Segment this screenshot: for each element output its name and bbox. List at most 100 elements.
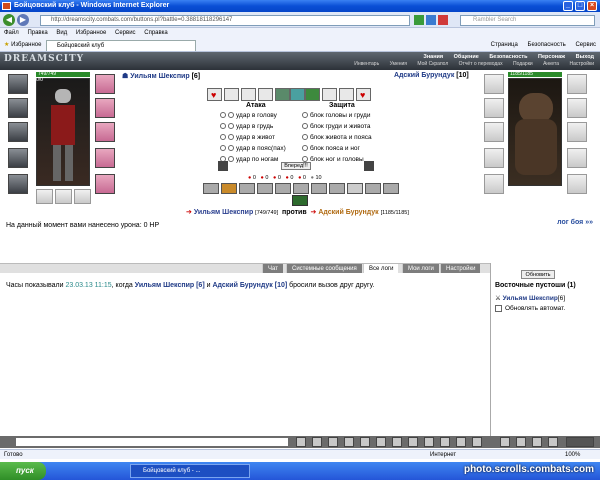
scroll-slot-1[interactable]	[36, 189, 53, 204]
block-row[interactable]: блок головы и груди	[302, 112, 370, 119]
address-input[interactable]: http://dreamscity.combats.com/buttons.pl…	[40, 15, 410, 26]
chat-tool-icon[interactable]	[424, 437, 434, 447]
status-zoom[interactable]: 100%	[565, 450, 580, 460]
submenu-transfers[interactable]: Отчёт о переводах	[459, 61, 503, 67]
online-player-name[interactable]: Уильям Шекспир	[503, 295, 558, 302]
weapon-slot[interactable]	[8, 122, 28, 142]
block-row[interactable]: блок пояса и ног	[302, 145, 360, 152]
chat-tool-icon[interactable]	[376, 437, 386, 447]
special-skill-icon[interactable]	[292, 195, 308, 206]
submenu-scroll[interactable]: Мой Скрапол	[417, 61, 448, 67]
back-button[interactable]: ◀	[3, 14, 15, 26]
attack-row[interactable]: удар в живот	[220, 134, 275, 141]
submenu-skills[interactable]: Умения	[390, 61, 407, 67]
skill-button-4[interactable]	[275, 88, 290, 101]
heart-icon-2[interactable]: ♥	[356, 88, 371, 101]
versus-player1[interactable]: Уильям Шекспир	[194, 209, 253, 216]
menu-file[interactable]: Файл	[4, 30, 19, 36]
block-row[interactable]: блок груди и живота	[302, 123, 371, 130]
browser-tab[interactable]: Бойцовский клуб	[46, 40, 196, 51]
block-radio[interactable]	[302, 134, 308, 141]
submenu-gifts[interactable]: Подарки	[513, 61, 533, 67]
skill-button-5[interactable]	[290, 88, 305, 101]
tool-icon[interactable]	[275, 183, 291, 194]
belt-slot[interactable]	[8, 174, 28, 194]
chat-tool-icon[interactable]	[328, 437, 338, 447]
tool-icon[interactable]	[365, 183, 381, 194]
boots-slot[interactable]	[95, 174, 115, 194]
chat-tool-icon[interactable]	[516, 437, 526, 447]
menu-tools[interactable]: Сервис	[115, 30, 136, 36]
block-radio[interactable]	[302, 123, 308, 130]
chat-player2[interactable]: Адский Бурундук [10]	[212, 282, 287, 289]
stop-icon[interactable]	[438, 15, 448, 25]
attack-row[interactable]: удар в голову	[220, 112, 277, 119]
scroll-slot-3[interactable]	[74, 189, 91, 204]
player2-name[interactable]: Адский Бурундук	[394, 72, 454, 79]
chat-tool-icon[interactable]	[456, 437, 466, 447]
amulet-slot[interactable]	[8, 98, 28, 118]
menu-help[interactable]: Справка	[144, 30, 168, 36]
attack-radio[interactable]	[220, 123, 226, 130]
security-menu[interactable]: Безопасность	[528, 42, 566, 48]
menu-view[interactable]: Вид	[56, 30, 67, 36]
tools-menu[interactable]: Сервис	[575, 42, 596, 48]
gloves-slot[interactable]	[95, 148, 115, 168]
submenu-profile[interactable]: Анкета	[543, 61, 559, 67]
chat-tool-icon[interactable]	[408, 437, 418, 447]
chat-tool-icon[interactable]	[500, 437, 510, 447]
ring-slot-3[interactable]	[95, 122, 115, 142]
attack-row[interactable]: удар в грудь	[220, 123, 273, 130]
skill-button-7[interactable]	[322, 88, 337, 101]
start-button[interactable]: пуск	[0, 462, 46, 480]
attack-radio[interactable]	[220, 112, 226, 119]
go-button[interactable]: Вперед!!!	[281, 162, 311, 170]
chat-tool-icon[interactable]	[392, 437, 402, 447]
block-row[interactable]: блок ног и головы	[302, 156, 364, 163]
skill-button-3[interactable]	[258, 88, 273, 101]
attack-radio-2[interactable]	[228, 112, 234, 119]
skill-button-2[interactable]	[241, 88, 256, 101]
tool-icon[interactable]	[239, 183, 255, 194]
submenu-inventory[interactable]: Инвентарь	[354, 61, 379, 67]
tool-icon[interactable]	[311, 183, 327, 194]
attack-radio-2[interactable]	[228, 134, 234, 141]
block-radio[interactable]	[302, 112, 308, 119]
star-icon[interactable]: ★	[4, 42, 9, 48]
skill-button-8[interactable]	[339, 88, 354, 101]
chat-tool-icon[interactable]	[548, 437, 558, 447]
block-radio[interactable]	[302, 145, 308, 152]
refresh-icon[interactable]	[426, 15, 436, 25]
scroll-slot-2[interactable]	[55, 189, 72, 204]
taskbar-item[interactable]: Бойцовский клуб - ...	[130, 464, 250, 478]
close-button[interactable]: ×	[587, 1, 597, 11]
attack-radio-2[interactable]	[228, 156, 234, 163]
menu-exit[interactable]: Выход	[576, 54, 594, 60]
tool-icon[interactable]	[383, 183, 399, 194]
submenu-settings[interactable]: Настройки	[569, 61, 594, 67]
menu-communication[interactable]: Общение	[454, 54, 479, 60]
attack-radio[interactable]	[220, 134, 226, 141]
heart-icon[interactable]: ♥	[207, 88, 222, 101]
menu-edit[interactable]: Правка	[27, 30, 47, 36]
forward-button[interactable]: ▶	[17, 14, 29, 26]
chat-player1[interactable]: Уильям Шекспир [6]	[135, 282, 205, 289]
favorites-button[interactable]: Избранное	[11, 42, 41, 48]
chat-input[interactable]	[16, 438, 288, 446]
chat-tool-icon[interactable]	[440, 437, 450, 447]
tool-icon[interactable]	[221, 183, 237, 194]
go-icon[interactable]	[414, 15, 424, 25]
tool-icon[interactable]	[257, 183, 273, 194]
search-input[interactable]: Rambler Search	[460, 15, 595, 26]
tool-icon[interactable]	[329, 183, 345, 194]
chat-tool-icon[interactable]	[360, 437, 370, 447]
skill-button-1[interactable]	[224, 88, 239, 101]
block-row[interactable]: блок живота и пояса	[302, 134, 372, 141]
tool-icon[interactable]	[347, 183, 363, 194]
menu-security[interactable]: Безопасность	[489, 54, 527, 60]
auto-refresh[interactable]: Обновлять автомат.	[495, 305, 565, 312]
menu-favorites[interactable]: Избранное	[76, 30, 106, 36]
minimize-button[interactable]: _	[563, 1, 573, 11]
battle-log-link[interactable]: лог боя »»	[557, 219, 593, 226]
page-menu[interactable]: Страница	[491, 42, 518, 48]
